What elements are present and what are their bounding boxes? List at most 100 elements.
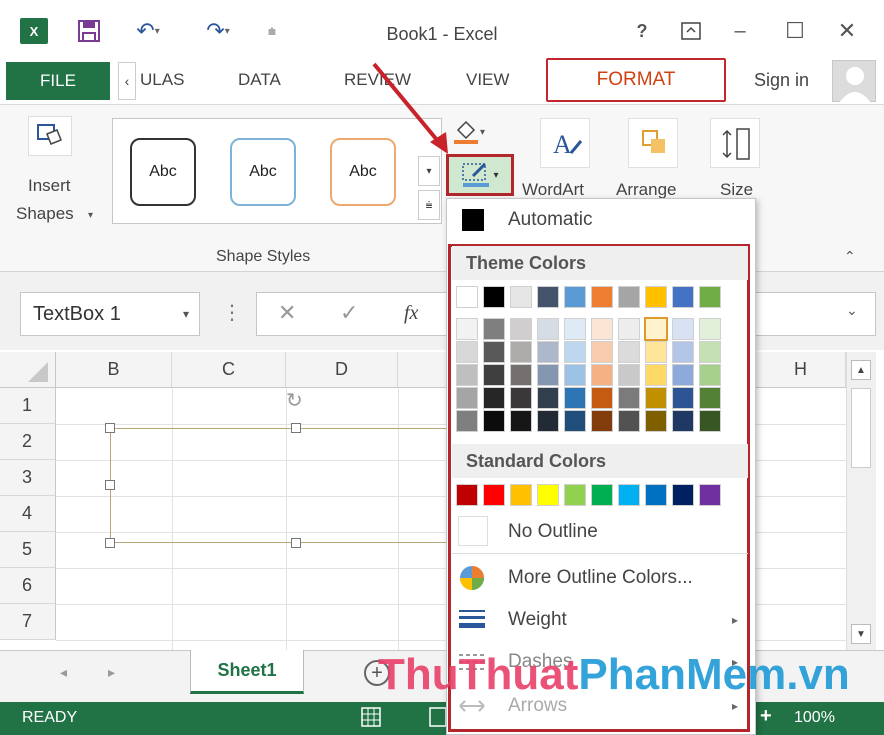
- theme-color-shade-swatch[interactable]: [510, 387, 532, 409]
- theme-color-shade-swatch[interactable]: [591, 318, 613, 340]
- theme-color-shade-swatch[interactable]: [672, 364, 694, 386]
- row-header-6[interactable]: 6: [0, 568, 56, 604]
- insert-function-button[interactable]: fx: [404, 302, 418, 325]
- theme-color-swatch[interactable]: [699, 286, 721, 308]
- theme-color-shade-swatch[interactable]: [645, 410, 667, 432]
- row-header-1[interactable]: 1: [0, 388, 56, 424]
- zoom-level[interactable]: 100%: [794, 709, 835, 727]
- resize-handle[interactable]: [105, 480, 115, 490]
- theme-color-shade-swatch[interactable]: [672, 387, 694, 409]
- theme-color-shade-swatch[interactable]: [699, 341, 721, 363]
- theme-color-swatch[interactable]: [645, 286, 667, 308]
- theme-color-shade-swatch[interactable]: [618, 318, 640, 340]
- scroll-up-icon[interactable]: ▲: [851, 360, 871, 380]
- theme-color-shade-swatch[interactable]: [645, 364, 667, 386]
- zoom-in-button[interactable]: +: [760, 705, 772, 728]
- normal-view-icon[interactable]: [360, 706, 382, 731]
- theme-color-shade-swatch[interactable]: [645, 387, 667, 409]
- shape-style-1[interactable]: Abc: [130, 138, 196, 206]
- resize-handle[interactable]: [291, 538, 301, 548]
- theme-color-swatch[interactable]: [510, 286, 532, 308]
- theme-color-shade-swatch[interactable]: [456, 387, 478, 409]
- menu-item-automatic[interactable]: Automatic: [452, 200, 748, 240]
- theme-color-shade-swatch[interactable]: [618, 387, 640, 409]
- theme-color-shade-swatch[interactable]: [564, 364, 586, 386]
- sheet-scroll-left-icon[interactable]: ◂: [60, 664, 67, 681]
- theme-color-shade-swatch[interactable]: [456, 318, 478, 340]
- menu-item-more-outline-colors[interactable]: More Outline Colors...: [452, 558, 748, 598]
- enter-button[interactable]: ✓: [340, 300, 358, 326]
- expand-formula-bar-icon[interactable]: ⌄: [846, 302, 858, 319]
- resize-handle[interactable]: [291, 423, 301, 433]
- theme-color-shade-swatch[interactable]: [564, 387, 586, 409]
- theme-color-shade-swatch[interactable]: [699, 318, 721, 340]
- theme-color-shade-swatch[interactable]: [483, 387, 505, 409]
- theme-color-shade-swatch[interactable]: [618, 410, 640, 432]
- theme-color-shade-swatch[interactable]: [537, 387, 559, 409]
- sheet-tab-sheet1[interactable]: Sheet1: [190, 650, 304, 694]
- theme-color-swatch[interactable]: [564, 286, 586, 308]
- theme-color-shade-swatch[interactable]: [537, 318, 559, 340]
- theme-color-shade-swatch[interactable]: [510, 318, 532, 340]
- theme-color-shade-swatch[interactable]: [456, 410, 478, 432]
- standard-color-swatch[interactable]: [537, 484, 559, 506]
- avatar[interactable]: [832, 60, 876, 103]
- shape-style-2[interactable]: Abc: [230, 138, 296, 206]
- tab-file[interactable]: FILE: [6, 62, 110, 100]
- theme-color-shade-swatch[interactable]: [510, 341, 532, 363]
- tab-data[interactable]: DATA: [238, 70, 281, 90]
- resize-handle[interactable]: [105, 538, 115, 548]
- theme-color-shade-swatch[interactable]: [510, 410, 532, 432]
- sign-in-link[interactable]: Sign in: [754, 70, 809, 91]
- sheet-scroll-right-icon[interactable]: ▸: [108, 664, 115, 681]
- standard-color-swatch[interactable]: [591, 484, 613, 506]
- theme-color-shade-swatch[interactable]: [699, 364, 721, 386]
- gallery-scroll-down-icon[interactable]: ▾: [418, 156, 440, 186]
- theme-color-shade-swatch[interactable]: [591, 387, 613, 409]
- help-button[interactable]: ?: [632, 18, 652, 44]
- theme-color-swatch[interactable]: [591, 286, 613, 308]
- standard-color-swatch[interactable]: [483, 484, 505, 506]
- column-header-b[interactable]: B: [56, 352, 172, 388]
- theme-color-shade-swatch[interactable]: [483, 318, 505, 340]
- shape-fill-icon[interactable]: ▾: [452, 116, 504, 148]
- theme-color-shade-swatch[interactable]: [537, 341, 559, 363]
- row-header-3[interactable]: 3: [0, 460, 56, 496]
- standard-color-swatch[interactable]: [456, 484, 478, 506]
- shape-outline-button[interactable]: ▾: [446, 154, 514, 196]
- tab-scroll-left-button[interactable]: ‹: [118, 62, 136, 100]
- name-box[interactable]: TextBox 1 ▾: [20, 292, 200, 336]
- select-all-button[interactable]: [0, 352, 56, 388]
- theme-color-shade-swatch[interactable]: [618, 364, 640, 386]
- column-header-h[interactable]: H: [756, 352, 846, 388]
- theme-color-swatch[interactable]: [456, 286, 478, 308]
- collapse-ribbon-icon[interactable]: ⌃: [844, 248, 856, 265]
- row-header-7[interactable]: 7: [0, 604, 56, 640]
- theme-color-shade-swatch[interactable]: [537, 364, 559, 386]
- theme-color-shade-swatch[interactable]: [645, 341, 667, 363]
- standard-color-swatch[interactable]: [510, 484, 532, 506]
- column-header-c[interactable]: C: [172, 352, 286, 388]
- theme-color-shade-swatch[interactable]: [672, 410, 694, 432]
- theme-color-swatch[interactable]: [537, 286, 559, 308]
- insert-shapes-button[interactable]: Insert Shapes ▾: [14, 114, 100, 234]
- menu-item-weight[interactable]: Weight ▸: [452, 600, 748, 640]
- page-layout-view-icon[interactable]: [428, 706, 448, 731]
- scroll-down-icon[interactable]: ▼: [851, 624, 871, 644]
- tab-format[interactable]: FORMAT: [546, 58, 726, 102]
- theme-color-shade-swatch[interactable]: [618, 341, 640, 363]
- standard-color-swatch[interactable]: [672, 484, 694, 506]
- standard-color-swatch[interactable]: [699, 484, 721, 506]
- row-header-5[interactable]: 5: [0, 532, 56, 568]
- theme-color-shade-swatch[interactable]: [591, 364, 613, 386]
- theme-color-swatch[interactable]: [672, 286, 694, 308]
- standard-color-swatch[interactable]: [645, 484, 667, 506]
- theme-color-shade-swatch[interactable]: [456, 341, 478, 363]
- row-header-4[interactable]: 4: [0, 496, 56, 532]
- size-icon[interactable]: [710, 118, 760, 168]
- theme-color-swatch[interactable]: [618, 286, 640, 308]
- theme-color-shade-swatch[interactable]: [672, 318, 694, 340]
- theme-color-shade-swatch[interactable]: [510, 364, 532, 386]
- arrange-icon[interactable]: [628, 118, 678, 168]
- scroll-thumb[interactable]: [851, 388, 871, 468]
